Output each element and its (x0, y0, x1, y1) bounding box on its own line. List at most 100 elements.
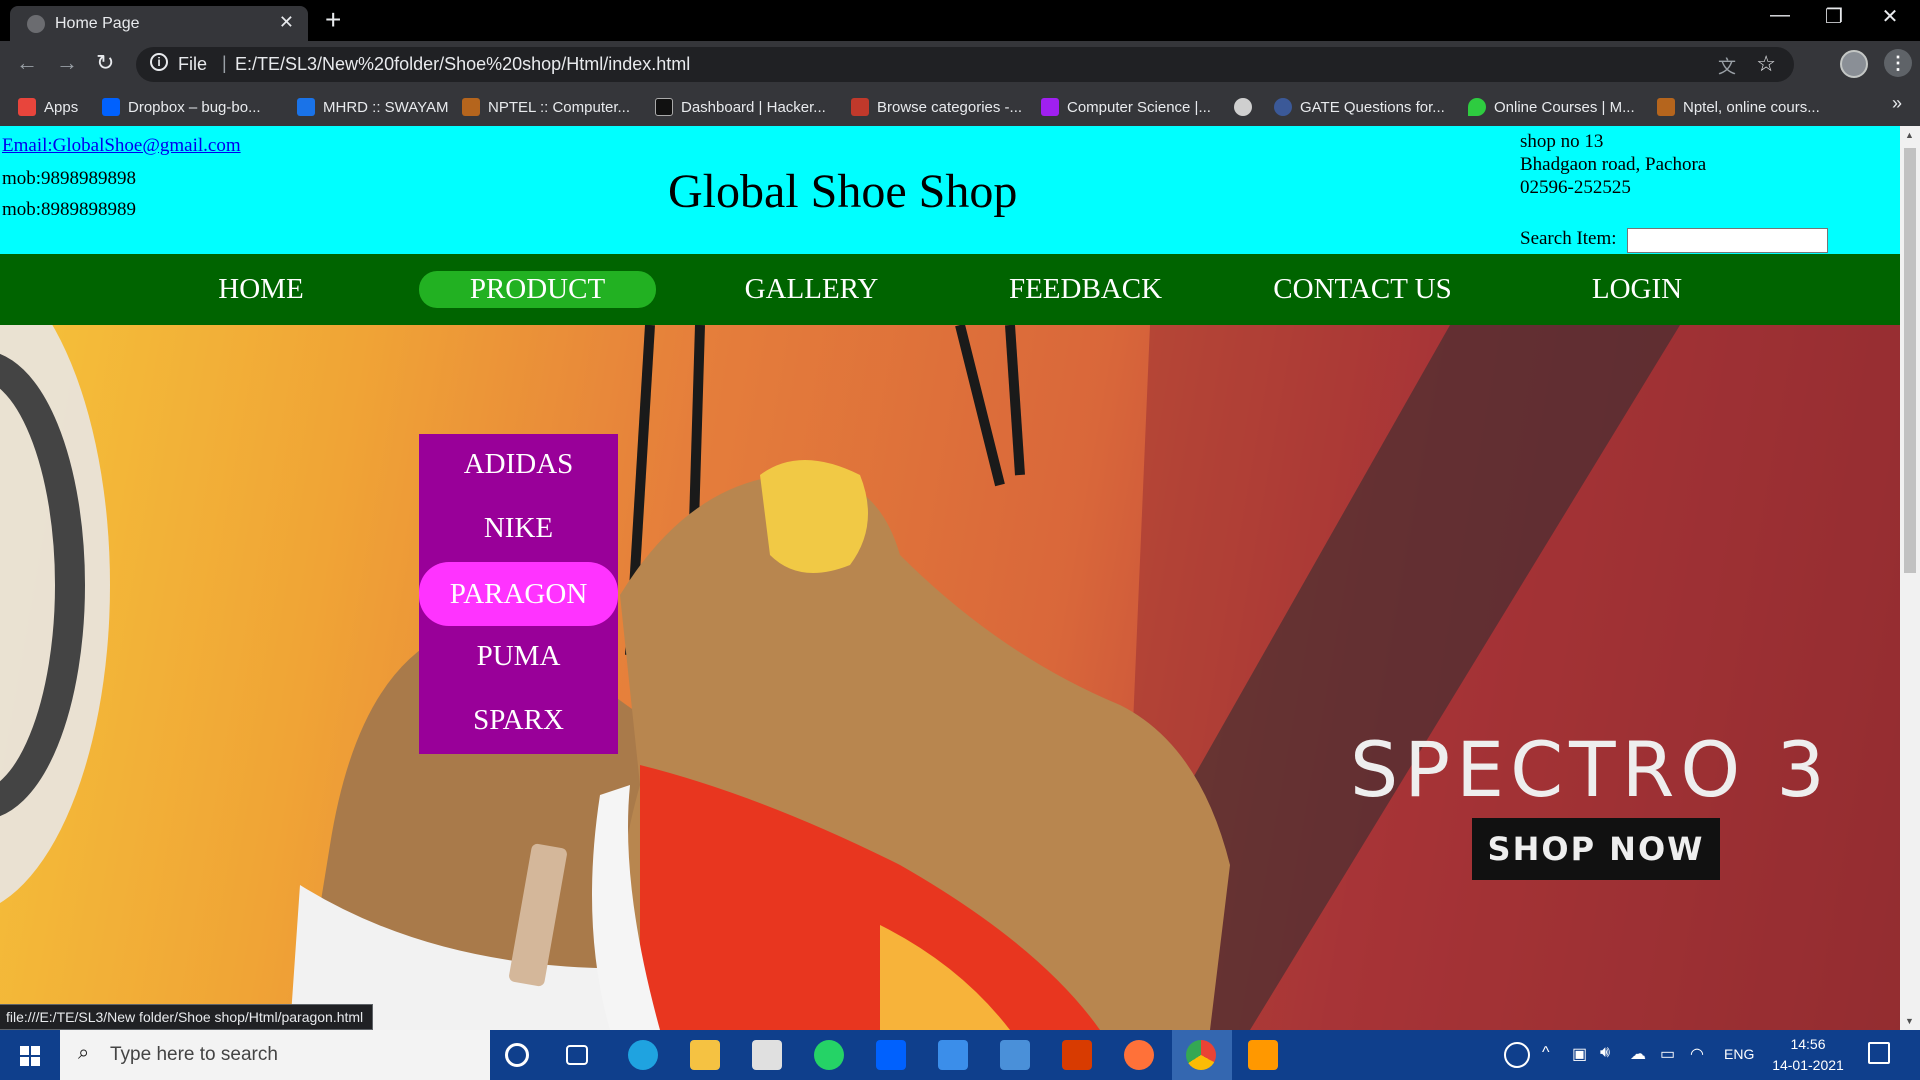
app-tray-icon[interactable]: ▣ (1572, 1044, 1587, 1064)
browser-toolbar: ← → ↻ i File | E:/TE/SL3/New%20folder/Sh… (0, 41, 1920, 87)
minimize-icon[interactable]: — (1752, 4, 1808, 27)
reload-icon[interactable]: ↻ (96, 50, 114, 76)
file-explorer-icon[interactable] (690, 1040, 720, 1070)
store-icon[interactable] (752, 1040, 782, 1070)
notifications-icon[interactable] (1868, 1042, 1890, 1064)
hero-sneaker-image (0, 325, 1900, 1030)
vscode-icon[interactable] (938, 1040, 968, 1070)
windows-logo-icon (20, 1046, 40, 1066)
bookmark-dropbox[interactable]: Dropbox – bug-bo... (102, 98, 261, 116)
dropdown-adidas[interactable]: ADIDAS (419, 434, 618, 494)
clock-time: 14:56 (1790, 1036, 1826, 1052)
hero-title: SPECTRO 3 (1350, 725, 1831, 814)
office-icon[interactable] (1062, 1040, 1092, 1070)
bookmark-hackerrank[interactable]: Dashboard | Hacker... (655, 98, 826, 116)
search-input[interactable] (1627, 228, 1828, 253)
url-separator: | (222, 53, 227, 73)
chrome-icon[interactable] (1186, 1040, 1216, 1070)
mobile-number-1: mob:9898989898 (2, 168, 137, 189)
nav-gallery[interactable]: GALLERY (730, 271, 893, 308)
dropbox-icon (102, 98, 120, 116)
edge-icon[interactable] (628, 1040, 658, 1070)
bookmark-globe[interactable] (1234, 98, 1260, 116)
scroll-thumb[interactable] (1904, 148, 1916, 573)
nptel-icon (1657, 98, 1675, 116)
new-tab-button[interactable]: + (325, 5, 341, 35)
whatsapp-icon[interactable] (814, 1040, 844, 1070)
task-view-icon[interactable] (566, 1045, 588, 1065)
category-icon (851, 98, 869, 116)
site-info-icon[interactable]: i (150, 53, 168, 71)
dropbox-icon[interactable] (876, 1040, 906, 1070)
nav-home[interactable]: HOME (180, 271, 342, 308)
taskbar: ⌕ Type here to search ^ ▣ 🔊︎ ☁ ▭ ◠ ENG 1… (0, 1030, 1920, 1080)
forward-icon[interactable]: → (56, 50, 78, 76)
start-button[interactable] (0, 1030, 60, 1080)
nav-login[interactable]: LOGIN (1570, 271, 1704, 308)
back-icon[interactable]: ← (16, 50, 38, 76)
bookmark-nptel[interactable]: NPTEL :: Computer... (462, 98, 630, 116)
taskbar-search[interactable]: ⌕ Type here to search (60, 1030, 490, 1080)
shop-now-button[interactable]: SHOP NOW (1472, 818, 1720, 880)
nav-product[interactable]: PRODUCT (419, 271, 656, 308)
battery-icon[interactable]: ▭ (1660, 1044, 1675, 1064)
browser-menu-icon[interactable]: ⋮ (1884, 49, 1912, 77)
bookmark-swayam[interactable]: MHRD :: SWAYAM (297, 98, 449, 116)
profile-avatar[interactable] (1840, 50, 1868, 78)
address-bar[interactable]: i File | E:/TE/SL3/New%20folder/Shoe%20s… (136, 47, 1794, 82)
leaf-icon (1468, 98, 1486, 116)
close-window-icon[interactable]: ✕ (1862, 4, 1918, 29)
cortana-icon[interactable] (505, 1043, 529, 1067)
bookmark-browse-categories[interactable]: Browse categories -... (851, 98, 1022, 116)
page-scrollbar[interactable]: ▲ ▼ (1900, 126, 1920, 1030)
restore-icon[interactable]: ❐ (1806, 4, 1862, 29)
bookmark-online-courses[interactable]: Online Courses | M... (1468, 98, 1635, 116)
apps-grid-icon (18, 98, 36, 116)
bookmark-star-icon[interactable]: ☆ (1756, 51, 1776, 77)
nav-contact-us[interactable]: CONTACT US (1256, 271, 1469, 308)
hero-banner[interactable]: SPECTRO 3 SHOP NOW (0, 325, 1900, 1030)
tab-home-page[interactable]: Home Page ✕ (10, 6, 308, 41)
scroll-up-icon[interactable]: ▲ (1905, 130, 1914, 140)
close-tab-icon[interactable]: ✕ (279, 12, 294, 33)
scroll-down-icon[interactable]: ▼ (1905, 1016, 1914, 1026)
language-indicator[interactable]: ENG (1724, 1046, 1754, 1062)
search-icon: ⌕ (78, 1042, 90, 1064)
url-text[interactable]: E:/TE/SL3/New%20folder/Shoe%20shop/Html/… (235, 54, 690, 75)
dropdown-sparx[interactable]: SPARX (419, 690, 618, 750)
url-scheme: File (178, 54, 208, 74)
geeks-icon (1041, 98, 1059, 116)
status-bar-url: file:///E:/TE/SL3/New folder/Shoe shop/H… (0, 1004, 374, 1030)
nav-feedback[interactable]: FEEDBACK (988, 271, 1183, 308)
clock-date: 14-01-2021 (1772, 1057, 1844, 1073)
bookmark-computer-science[interactable]: Computer Science |... (1041, 98, 1211, 116)
dropdown-nike[interactable]: NIKE (419, 498, 618, 558)
wifi-icon[interactable]: ◠ (1690, 1044, 1704, 1064)
onedrive-icon[interactable]: ☁ (1630, 1044, 1646, 1064)
tab-strip: Home Page ✕ + — ❐ ✕ (0, 0, 1920, 41)
email-link[interactable]: Email:GlobalShoe@gmail.com (2, 135, 241, 157)
volume-icon[interactable]: 🔊︎ (1600, 1044, 1610, 1062)
dropdown-paragon[interactable]: PARAGON (419, 562, 618, 626)
swayam-icon (297, 98, 315, 116)
show-hidden-icons[interactable]: ^ (1542, 1044, 1550, 1062)
bookmarks-bar: Apps Dropbox – bug-bo... MHRD :: SWAYAM … (0, 87, 1920, 126)
search-label: Search Item: (1520, 228, 1617, 249)
translate-icon[interactable]: 文 (1718, 53, 1736, 79)
taskbar-clock[interactable]: 14:56 14-01-2021 (1768, 1034, 1848, 1076)
help-icon[interactable] (1504, 1042, 1530, 1068)
mail-icon[interactable] (1000, 1040, 1030, 1070)
hackerrank-icon (655, 98, 673, 116)
bookmarks-more-icon[interactable]: » (1892, 93, 1902, 114)
nptel-icon (462, 98, 480, 116)
site-title: Global Shoe Shop (668, 165, 1018, 218)
bookmark-apps[interactable]: Apps (18, 98, 78, 116)
bookmark-nptel-online[interactable]: Nptel, online cours... (1657, 98, 1820, 116)
firefox-icon[interactable] (1124, 1040, 1154, 1070)
mobile-number-2: mob:8989898989 (2, 199, 137, 220)
sublime-text-icon[interactable] (1248, 1040, 1278, 1070)
bookmark-gate[interactable]: GATE Questions for... (1274, 98, 1445, 116)
site-header: Email:GlobalShoe@gmail.com mob:989898989… (0, 126, 1900, 254)
address-line-1: shop no 13 (1520, 131, 1604, 152)
dropdown-puma[interactable]: PUMA (419, 626, 618, 686)
